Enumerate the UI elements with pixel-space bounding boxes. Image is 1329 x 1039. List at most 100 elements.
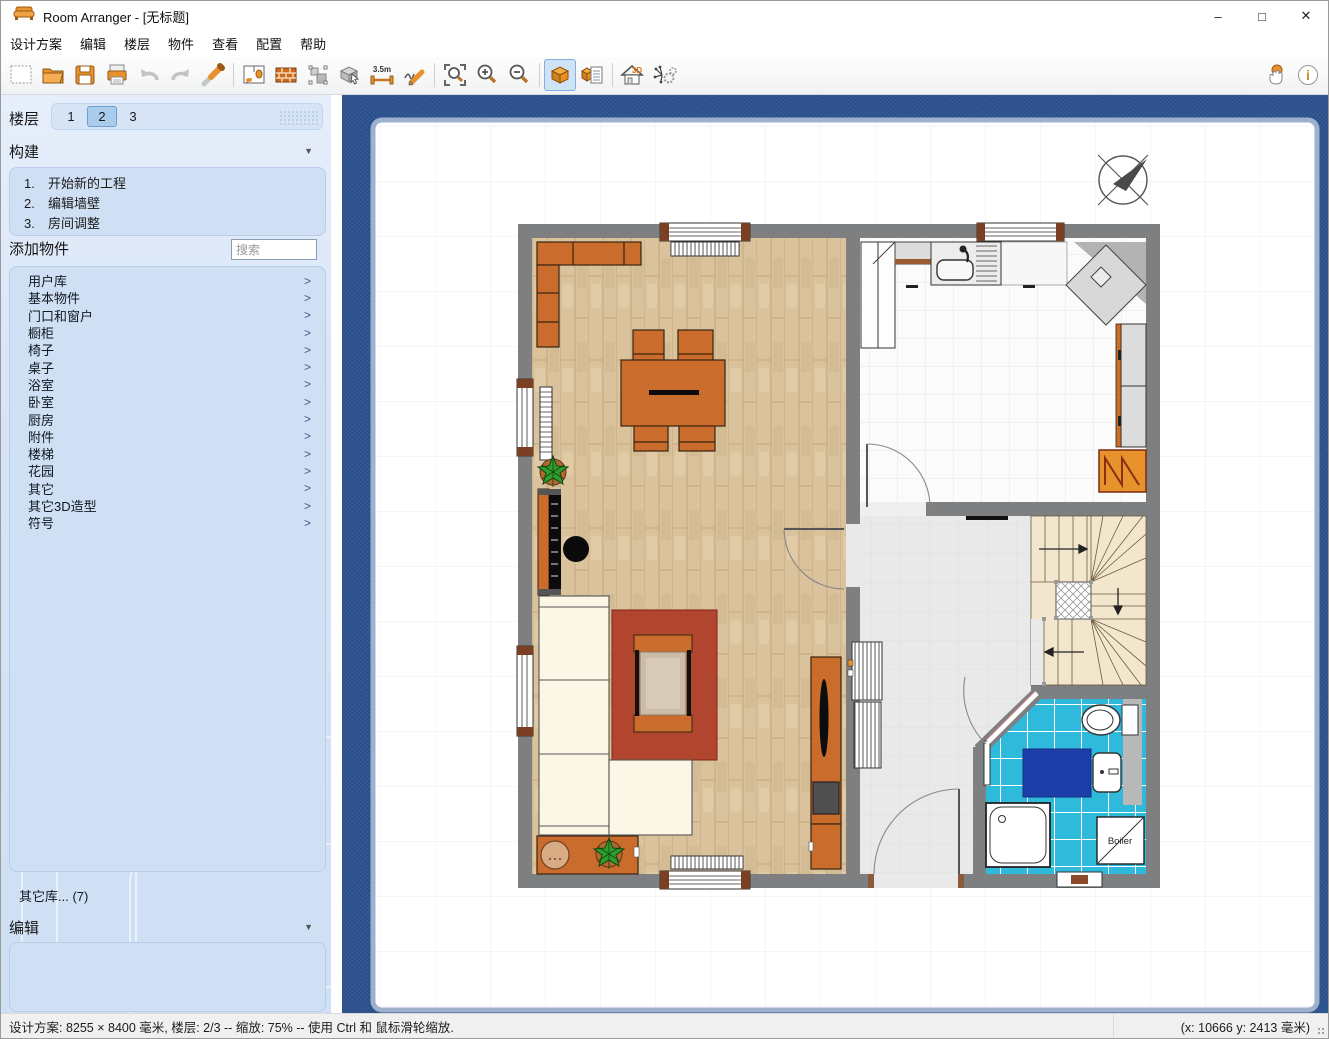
category-item[interactable]: 卧室 > xyxy=(10,393,325,410)
drawing-canvas[interactable]: Boiler xyxy=(342,95,1328,1013)
window[interactable] xyxy=(1057,872,1102,887)
rug-and-coffee-table[interactable] xyxy=(612,610,717,760)
build-collapse-icon[interactable]: ▼ xyxy=(304,146,313,156)
menu-item[interactable]: 查看 xyxy=(203,31,247,56)
category-item[interactable]: 花园 > xyxy=(10,462,325,479)
view-3d-button[interactable] xyxy=(544,59,576,91)
maximize-button[interactable]: □ xyxy=(1240,2,1284,30)
kitchen-counter-right[interactable] xyxy=(1116,324,1146,447)
category-item[interactable]: 浴室 > xyxy=(10,376,325,393)
towel-rail[interactable] xyxy=(984,741,990,785)
zoom-out-button[interactable] xyxy=(503,59,535,91)
category-item[interactable]: 门口和窗户 > xyxy=(10,307,325,324)
format-brush-button[interactable] xyxy=(197,59,229,91)
menu-bar: 设计方案编辑楼层物件查看配置帮助 xyxy=(1,31,1328,55)
shower[interactable] xyxy=(986,803,1050,867)
category-item[interactable]: 厨房 > xyxy=(10,410,325,427)
insert-3d-object-button[interactable] xyxy=(334,59,366,91)
category-item[interactable]: 楼梯 > xyxy=(10,445,325,462)
bath-mat[interactable] xyxy=(1023,749,1091,797)
draw-walls-button[interactable] xyxy=(398,59,430,91)
category-item[interactable]: 桌子 > xyxy=(10,358,325,375)
minimize-button[interactable]: – xyxy=(1196,2,1240,30)
redo-button[interactable] xyxy=(165,59,197,91)
kitchen-sink[interactable] xyxy=(931,242,1001,285)
svg-text:i: i xyxy=(1306,67,1310,83)
floors-label: 楼层 xyxy=(9,108,39,129)
new-plan-button[interactable] xyxy=(5,59,37,91)
floor-tab[interactable]: 1 xyxy=(56,106,86,127)
menu-item[interactable]: 物件 xyxy=(159,31,203,56)
window[interactable] xyxy=(977,223,1064,241)
transform-objects-button[interactable] xyxy=(302,59,334,91)
category-item[interactable]: 基本物件 > xyxy=(10,289,325,306)
category-item[interactable]: 椅子 > xyxy=(10,341,325,358)
floor-tabs-extra xyxy=(279,110,319,126)
explode-view-button[interactable] xyxy=(649,59,681,91)
resize-grip[interactable] xyxy=(1317,1027,1325,1035)
build-step[interactable]: 3.房间调整 xyxy=(24,214,325,234)
chevron-right-icon: > xyxy=(304,481,311,495)
category-item[interactable]: 附件 > xyxy=(10,428,325,445)
floor-plan[interactable]: Boiler xyxy=(342,95,1329,1017)
chevron-right-icon: > xyxy=(304,308,311,322)
category-item[interactable]: 其它 > xyxy=(10,480,325,497)
window[interactable] xyxy=(660,871,750,889)
walkthrough-3d-button[interactable]: 3D xyxy=(617,59,649,91)
grab-hand-button[interactable] xyxy=(1260,59,1292,91)
bench[interactable] xyxy=(537,836,639,874)
boiler[interactable]: Boiler xyxy=(1097,817,1144,864)
floor-tab[interactable]: 3 xyxy=(118,106,148,127)
more-libraries-link[interactable]: 其它库... (7) xyxy=(19,886,88,905)
window-title: Room Arranger - [无标题] xyxy=(43,7,189,26)
plan-editor-button[interactable] xyxy=(238,59,270,91)
open-button[interactable] xyxy=(37,59,69,91)
category-item[interactable]: 符号 > xyxy=(10,514,325,531)
hall-radiator[interactable] xyxy=(848,642,882,700)
build-step[interactable]: 1.开始新的工程 xyxy=(24,174,325,194)
zoom-in-button[interactable] xyxy=(471,59,503,91)
menu-item[interactable]: 设计方案 xyxy=(1,31,71,56)
build-step[interactable]: 2.编辑墙壁 xyxy=(24,194,325,214)
undo-button[interactable] xyxy=(133,59,165,91)
floor-tab[interactable]: 2 xyxy=(87,106,117,127)
edit-collapse-icon[interactable]: ▼ xyxy=(304,922,313,932)
menu-item[interactable]: 帮助 xyxy=(291,31,335,56)
object-properties-button[interactable] xyxy=(576,59,608,91)
wall-brick-button[interactable] xyxy=(270,59,302,91)
category-list: 用户库 > 基本物件 > 门口和窗户 > xyxy=(10,267,325,531)
staircase[interactable] xyxy=(1031,516,1146,686)
window[interactable] xyxy=(517,379,533,456)
radiator[interactable] xyxy=(671,242,739,256)
window[interactable] xyxy=(660,223,750,241)
status-cursor-coordinates: (x: 10666 y: 2413 毫米) xyxy=(1113,1014,1328,1038)
category-item[interactable]: 橱柜 > xyxy=(10,324,325,341)
close-button[interactable]: ✕ xyxy=(1284,2,1328,30)
search-input[interactable] xyxy=(231,239,317,260)
print-button[interactable] xyxy=(101,59,133,91)
about-info-button[interactable]: i xyxy=(1292,59,1324,91)
ladder-shelf[interactable] xyxy=(540,387,552,460)
menu-item[interactable]: 楼层 xyxy=(115,31,159,56)
menu-item[interactable]: 配置 xyxy=(247,31,291,56)
boiler-label: Boiler xyxy=(1108,836,1132,847)
category-item[interactable]: 其它3D造型 > xyxy=(10,497,325,514)
save-button[interactable] xyxy=(69,59,101,91)
window[interactable] xyxy=(517,646,533,736)
category-item[interactable]: 用户库 > xyxy=(10,272,325,289)
radiator[interactable] xyxy=(671,856,743,869)
chevron-right-icon: > xyxy=(304,447,311,461)
build-steps: 1.开始新的工程2.编辑墙壁3.房间调整 xyxy=(10,168,325,234)
zoom-fit-button[interactable] xyxy=(439,59,471,91)
chevron-right-icon: > xyxy=(304,429,311,443)
menu-item[interactable]: 编辑 xyxy=(71,31,115,56)
bookshelf[interactable] xyxy=(538,489,561,595)
measure-button[interactable]: 3.5m xyxy=(366,59,398,91)
tv-cabinet[interactable] xyxy=(809,657,841,869)
round-stool[interactable] xyxy=(563,536,589,562)
hall-radiator[interactable] xyxy=(854,702,881,768)
toilet[interactable] xyxy=(1082,705,1138,735)
bathroom-sink[interactable] xyxy=(1093,753,1121,792)
toolbar-separator xyxy=(539,63,540,87)
kitchen-appliance[interactable] xyxy=(1099,450,1146,492)
